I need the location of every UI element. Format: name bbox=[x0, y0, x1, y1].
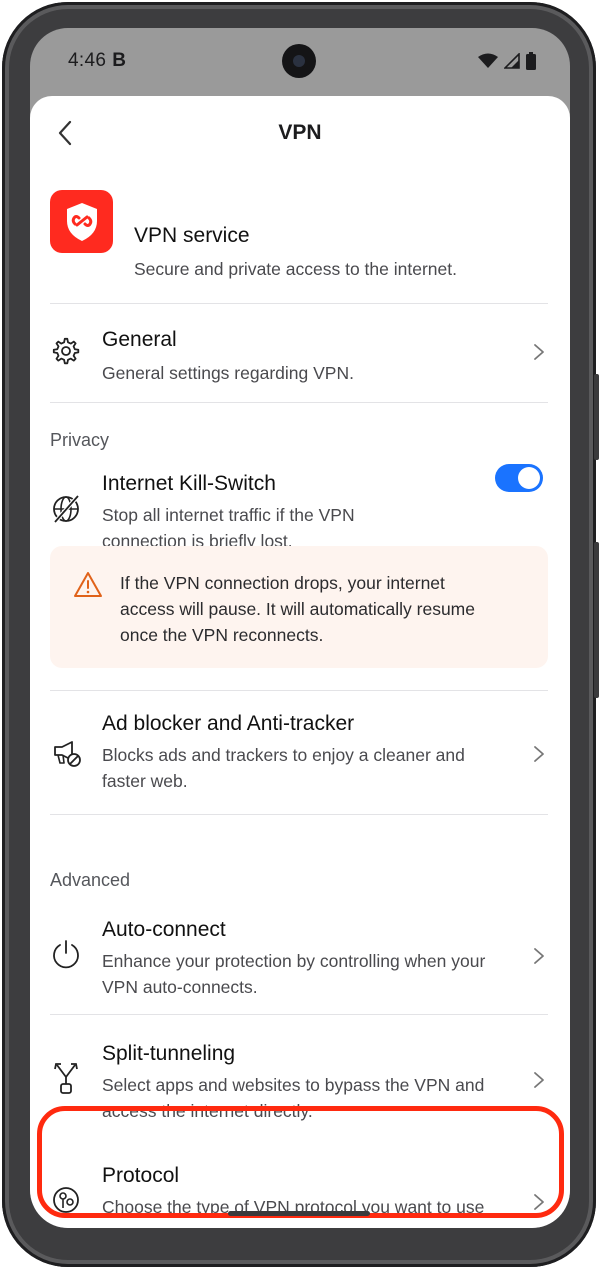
divider bbox=[50, 814, 548, 815]
section-advanced: Advanced bbox=[50, 870, 131, 890]
kill-switch-toggle[interactable] bbox=[495, 464, 543, 492]
warning-line: once the VPN reconnects. bbox=[120, 625, 324, 645]
split-arrows-icon bbox=[54, 1063, 78, 1094]
protocol-highlight bbox=[37, 1106, 564, 1218]
auto-connect-row[interactable]: Auto-connect Enhance your protection by … bbox=[50, 904, 550, 1014]
vpn-settings-sheet: VPN VPN service Secure and private acces… bbox=[30, 96, 570, 1228]
vpn-service-title: VPN service bbox=[134, 224, 250, 247]
auto-connect-description-2: VPN auto-connects. bbox=[102, 977, 258, 997]
kill-switch-title: Internet Kill-Switch bbox=[102, 472, 276, 495]
auto-connect-description-1: Enhance your protection by controlling w… bbox=[102, 951, 486, 971]
page-title: VPN bbox=[278, 121, 322, 144]
battery-icon bbox=[526, 52, 536, 70]
ad-blocker-title: Ad blocker and Anti-tracker bbox=[102, 712, 355, 735]
front-camera bbox=[282, 44, 316, 78]
status-time: 4:46 B bbox=[68, 50, 127, 71]
section-privacy: Privacy bbox=[50, 430, 110, 450]
auto-connect-title: Auto-connect bbox=[102, 918, 226, 941]
warning-line: access will pause. It will automatically… bbox=[120, 599, 475, 619]
notification-b-icon: B bbox=[112, 50, 127, 71]
vpn-shield-icon bbox=[50, 190, 113, 253]
general-description: General settings regarding VPN. bbox=[102, 363, 354, 383]
warning-triangle-icon bbox=[74, 572, 102, 597]
general-title: General bbox=[102, 328, 177, 351]
status-icons bbox=[478, 52, 536, 70]
gear-icon bbox=[52, 337, 80, 365]
warning-line: If the VPN connection drops, your intern… bbox=[120, 573, 445, 593]
screen: 4:46 B VPN VPN service Secure and private… bbox=[30, 28, 570, 1228]
status-bar: 4:46 B bbox=[30, 28, 570, 98]
divider bbox=[50, 690, 548, 691]
home-indicator bbox=[228, 1211, 370, 1216]
power-button bbox=[594, 542, 599, 698]
cellular-icon bbox=[504, 53, 520, 69]
warning-banner: If the VPN connection drops, your intern… bbox=[50, 546, 548, 668]
chevron-right-icon bbox=[534, 948, 544, 964]
divider bbox=[50, 402, 548, 403]
divider bbox=[50, 1014, 548, 1015]
ad-blocker-description-2: faster web. bbox=[102, 771, 188, 791]
power-icon bbox=[53, 940, 79, 969]
ad-blocker-row[interactable]: Ad blocker and Anti-tracker Blocks ads a… bbox=[50, 692, 550, 812]
chevron-right-icon bbox=[534, 344, 544, 360]
chevron-right-icon bbox=[534, 746, 544, 762]
chevron-right-icon bbox=[534, 1072, 544, 1088]
megaphone-block-icon bbox=[54, 741, 81, 767]
volume-button bbox=[594, 374, 599, 460]
vpn-service-description: Secure and private access to the interne… bbox=[134, 259, 457, 279]
split-tunneling-title: Split-tunneling bbox=[102, 1042, 236, 1065]
kill-switch-row: Internet Kill-Switch Stop all internet t… bbox=[50, 468, 550, 551]
globe-slash-icon bbox=[53, 494, 80, 524]
general-row[interactable]: General General settings regarding VPN. bbox=[50, 304, 550, 402]
warning-text: If the VPN connection drops, your intern… bbox=[120, 570, 530, 648]
split-tunneling-description-1: Select apps and websites to bypass the V… bbox=[102, 1075, 485, 1095]
ad-blocker-description-1: Blocks ads and trackers to enjoy a clean… bbox=[102, 745, 465, 765]
kill-switch-description-1: Stop all internet traffic if the VPN bbox=[102, 505, 355, 525]
wifi-icon bbox=[478, 53, 498, 68]
top-bar: VPN bbox=[30, 96, 570, 172]
